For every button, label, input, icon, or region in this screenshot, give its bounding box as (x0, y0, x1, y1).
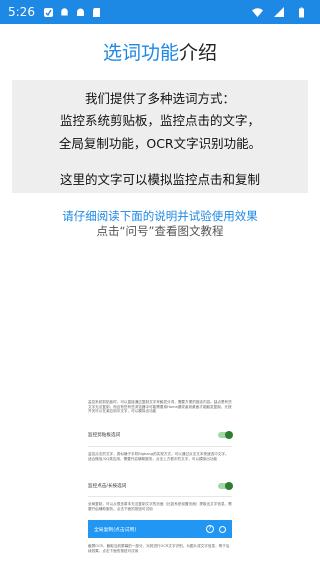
gear-icon (219, 525, 226, 533)
tutorial-preview-image: 监控系统剪贴板时，可以直接通过复制文字来触发分词，需要方便的指定内容。缺点是有些… (84, 396, 236, 566)
preview-para-click: 监控点击的文字，类似锤子手机Bigbang的实现方式，可以通过点击文本快速选中文… (88, 452, 229, 461)
preview-global-copy-button: 全局复制(点击试用) ? (88, 520, 232, 538)
battery-icon (299, 7, 304, 17)
preview-para-global: 全局复制，可以从很多原本无法复制文字的页面（比如系统设置页面）提取出文字信息，需… (88, 502, 232, 511)
help-icon: ? (206, 525, 214, 533)
preview-toggle-clipboard (218, 431, 233, 439)
notification-icon (43, 7, 53, 17)
tutorial-hint: 点击“问号”查看图文教程 (96, 224, 224, 238)
preview-button-label: 全局复制(点击试用) (94, 527, 137, 533)
info-line: 监控系统剪贴板，监控点击的文字， (59, 113, 260, 128)
preview-row-clipboard: 监控剪贴板选词 (88, 428, 233, 442)
page-title: 选词功能介绍 (0, 38, 320, 65)
info-line: 全局复制功能，OCR文字识别功能。 (58, 136, 262, 151)
status-time: 5:26 (8, 5, 35, 19)
preview-toggle-click (218, 482, 233, 490)
preview-para-ocr: 截屏OCR，截取当前屏幕的一部分，对其进行OCR文字识别。为图片或文字信息，等于… (88, 544, 230, 553)
preview-row-click: 监控点击/长按选词 (88, 479, 233, 493)
preview-para-clipboard: 监控系统剪贴板时，可以直接通过复制文字来触发分词，需要方便的指定内容。缺点是有些… (88, 400, 232, 414)
wifi-icon (252, 7, 263, 17)
title-highlight: 选词功能 (102, 42, 179, 64)
info-line: 这里的文字可以模拟监控点击和复制 (59, 172, 260, 187)
signal-icon (274, 6, 284, 17)
info-box[interactable]: 我们提供了多种选词方式： 监控系统剪贴板，监控点击的文字， 全局复制功能，OCR… (12, 80, 308, 193)
preview-row-label: 监控点击/长按选词 (88, 484, 127, 489)
title-rest: 介绍 (179, 42, 218, 64)
preview-divider (88, 496, 232, 497)
instruction-link[interactable]: 请仔细阅读下面的说明并试验使用效果 (0, 208, 320, 224)
info-line: 我们提供了多种选词方式： (84, 91, 235, 106)
preview-row-label: 监控剪贴板选词 (88, 433, 121, 438)
status-bar: 5:26 (0, 0, 320, 24)
android-icon (76, 8, 84, 16)
preview-divider (88, 446, 232, 447)
status-right-group (252, 6, 312, 18)
cloud-icon (61, 7, 68, 15)
sd-card-icon (92, 7, 100, 17)
